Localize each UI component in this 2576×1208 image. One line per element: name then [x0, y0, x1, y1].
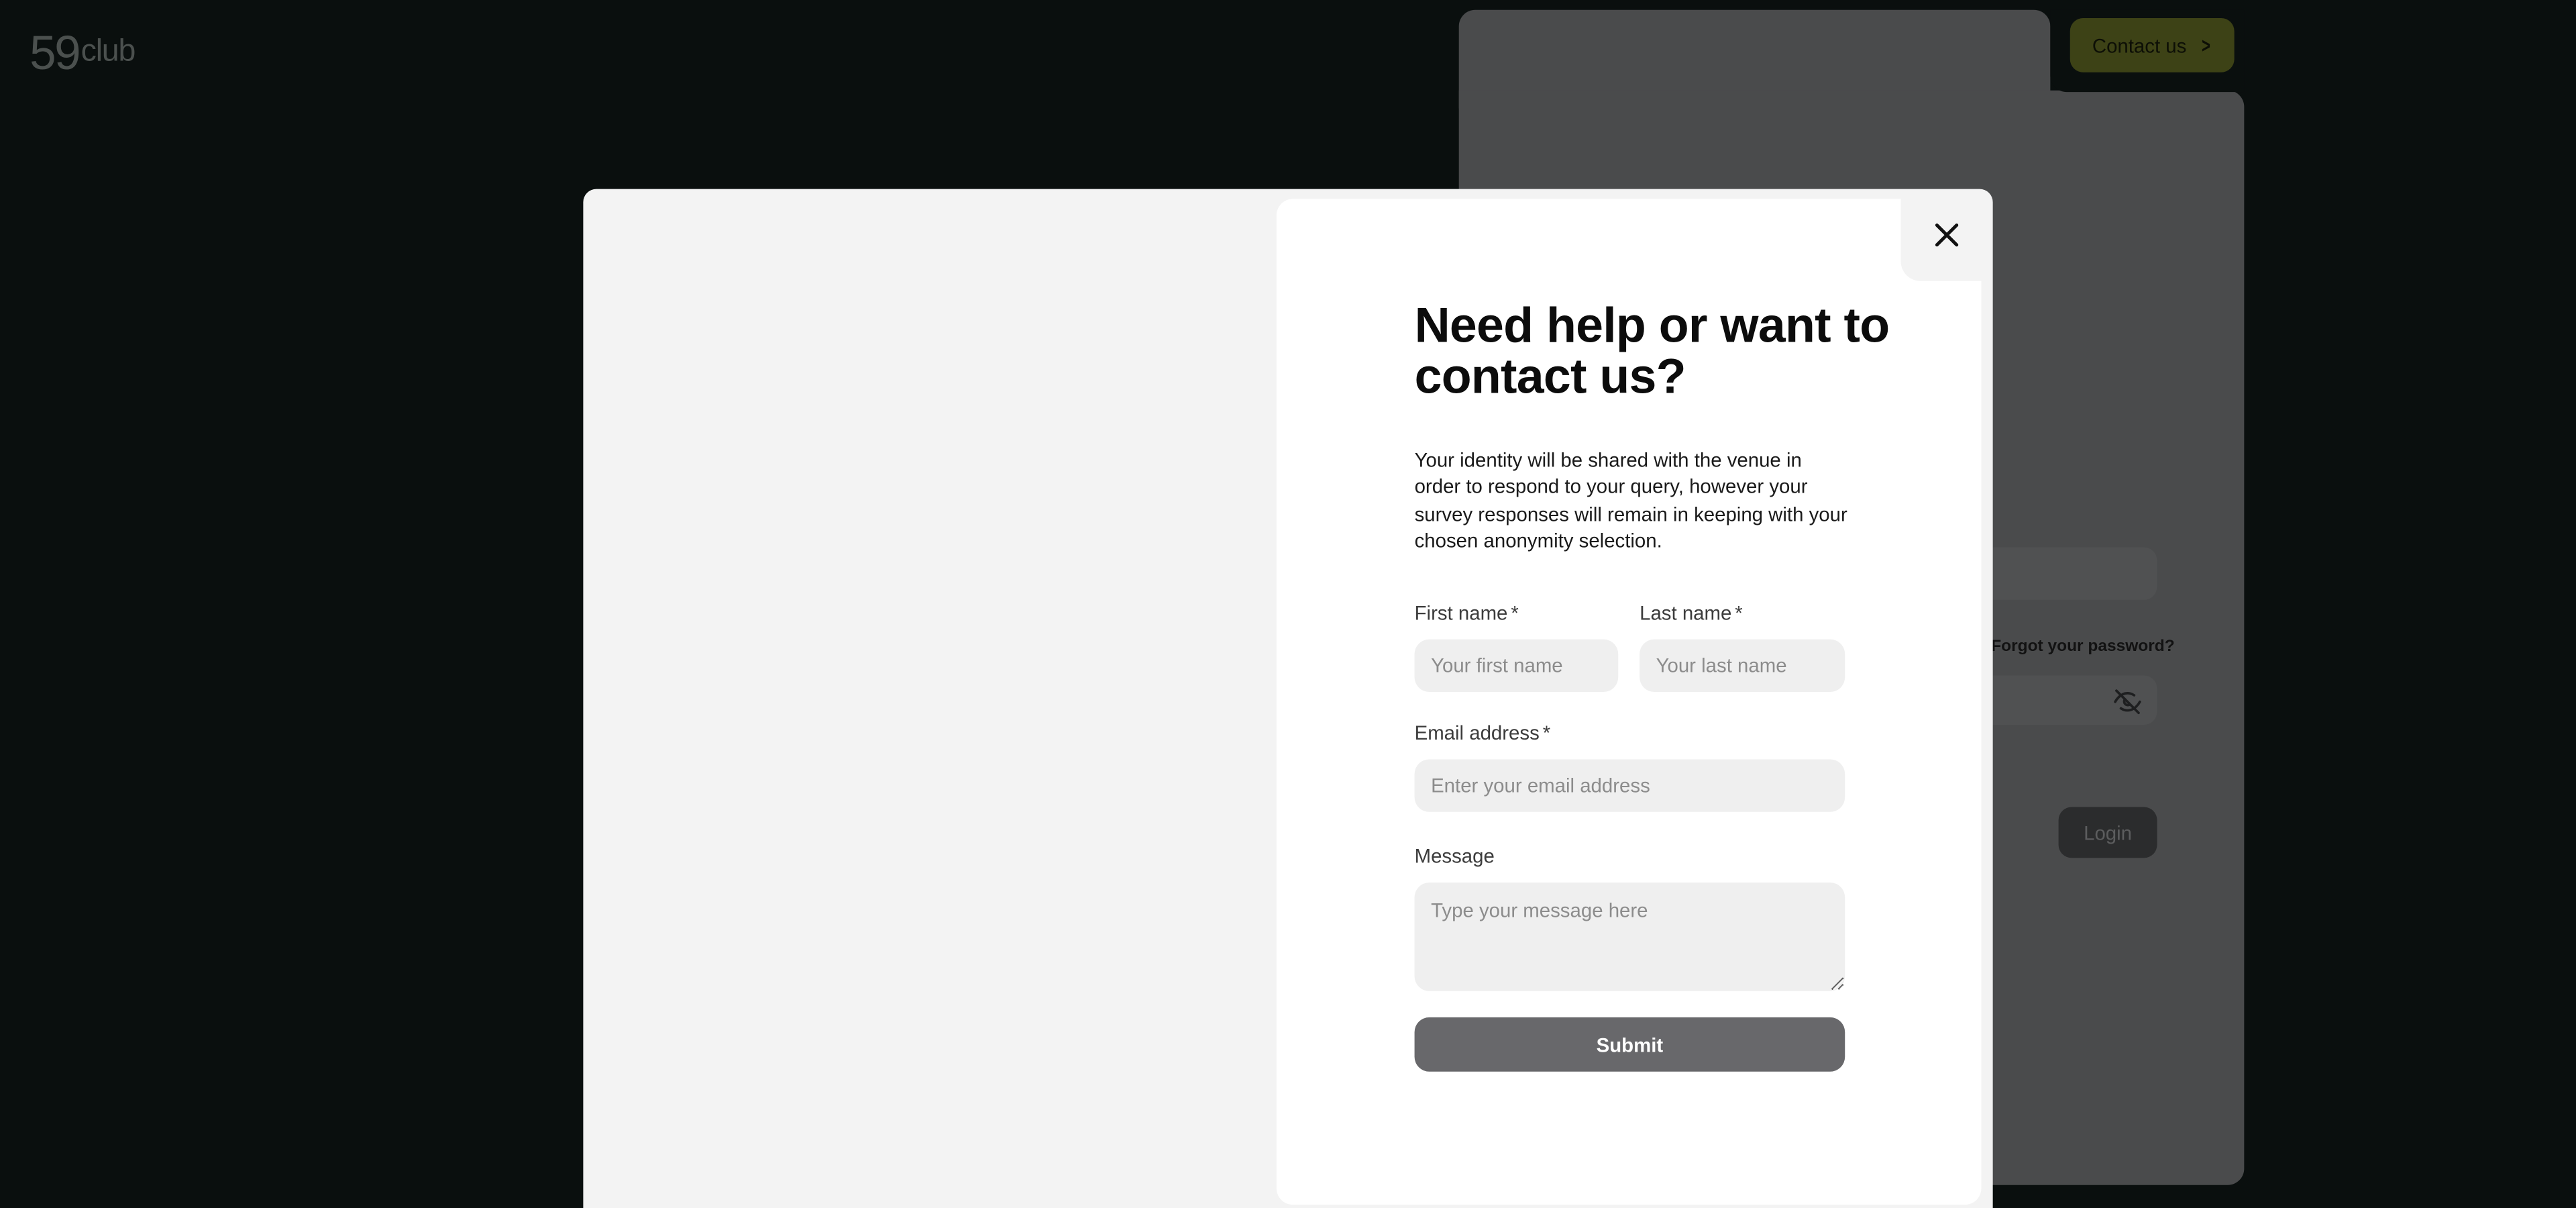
last-name-label-text: Last name	[1640, 601, 1732, 625]
message-label-text: Message	[1414, 844, 1495, 868]
logo-word: club	[80, 34, 136, 69]
email-label-text: Email address	[1414, 721, 1540, 745]
modal-title: Need help or want to contact us?	[1414, 299, 1890, 405]
close-icon[interactable]	[1929, 217, 1965, 253]
logo-mark: 59	[30, 28, 81, 81]
page: 59 club Contact us > Forgot your passwor…	[0, 0, 2576, 1208]
contact-us-label: Contact us	[2092, 34, 2187, 57]
message-textarea[interactable]	[1414, 883, 1845, 991]
submit-button[interactable]: Submit	[1414, 1017, 1845, 1072]
first-name-input[interactable]	[1414, 639, 1619, 693]
last-name-input[interactable]	[1640, 639, 1845, 693]
email-label: Email address *	[1415, 721, 1551, 744]
first-name-label: First name *	[1415, 601, 1519, 624]
last-name-label: Last name *	[1640, 601, 1743, 624]
forgot-password-link[interactable]: Forgot your password?	[1991, 638, 2174, 656]
required-marker: *	[1542, 721, 1551, 745]
required-marker: *	[1511, 601, 1519, 625]
first-name-label-text: First name	[1414, 601, 1508, 625]
message-label: Message	[1415, 845, 1495, 868]
email-field[interactable]	[1414, 759, 1845, 812]
chevron-right-icon: >	[2201, 32, 2210, 58]
eye-off-icon[interactable]	[2112, 687, 2142, 717]
login-button[interactable]: Login	[2058, 807, 2157, 858]
contact-us-button[interactable]: Contact us >	[2070, 17, 2235, 72]
brand-logo[interactable]: 59 club	[30, 26, 148, 81]
modal-description: Your identity will be shared with the ve…	[1414, 448, 1847, 553]
required-marker: *	[1735, 601, 1743, 625]
